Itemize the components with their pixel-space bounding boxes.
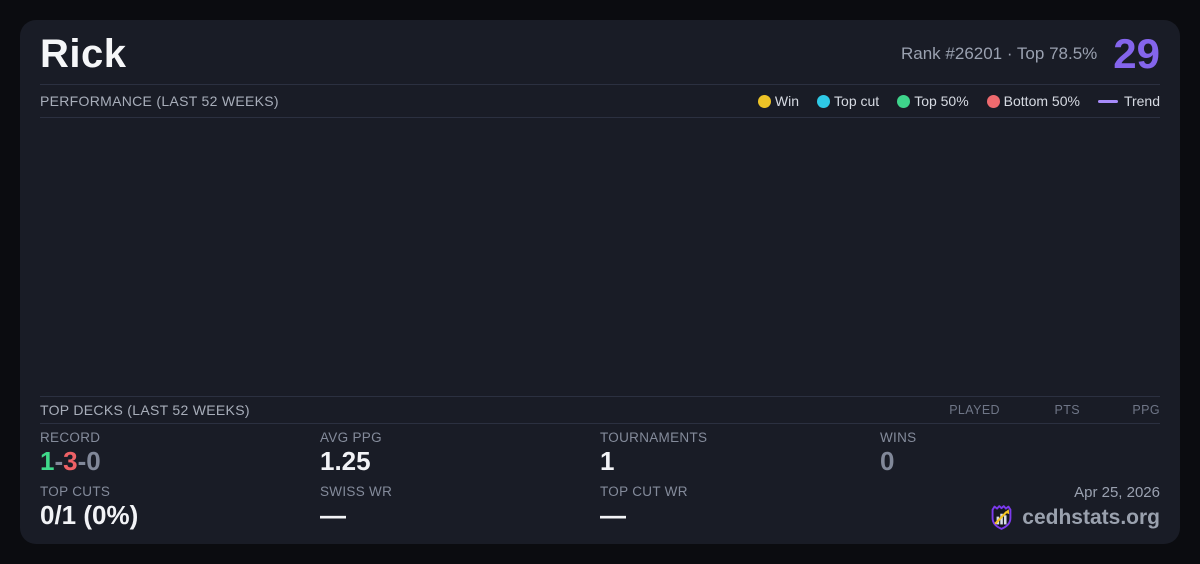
record-wins: 1 [40, 446, 54, 476]
performance-chart-area [20, 118, 1180, 396]
top-decks-header: TOP DECKS (LAST 52 WEEKS) PLAYED PTS PPG [20, 397, 1180, 423]
performance-header: PERFORMANCE (LAST 52 WEEKS) Win Top cut … [20, 85, 1180, 117]
record-sep: - [54, 446, 63, 476]
brand[interactable]: cedhstats.org [988, 503, 1160, 532]
wins-value: 0 [880, 446, 1160, 477]
trend-line-icon [1098, 100, 1118, 103]
top-cut-wr-value: — [600, 500, 880, 531]
swiss-wr-label: SWISS WR [320, 484, 600, 499]
legend-label: Top 50% [914, 93, 968, 109]
player-name: Rick [40, 32, 127, 77]
column-ppg: PPG [1080, 403, 1160, 417]
win-dot-icon [758, 95, 771, 108]
stats-grid: RECORD 1-3-0 AVG PPG 1.25 TOURNAMENTS 1 … [20, 424, 1180, 544]
legend-item-trend: Trend [1098, 93, 1160, 109]
top-decks-title: TOP DECKS (LAST 52 WEEKS) [40, 402, 250, 418]
record-draws: 0 [86, 446, 100, 476]
stat-tournaments: TOURNAMENTS 1 [600, 430, 880, 478]
tournaments-value: 1 [600, 446, 880, 477]
stat-swiss-wr: SWISS WR — [320, 484, 600, 532]
bottom50-dot-icon [987, 95, 1000, 108]
top-cut-wr-label: TOP CUT WR [600, 484, 880, 499]
top50-dot-icon [897, 95, 910, 108]
record-label: RECORD [40, 430, 320, 445]
legend-label: Top cut [834, 93, 879, 109]
card-header: Rick Rank #26201 · Top 78.5% 29 [20, 20, 1180, 84]
rank-text: Rank #26201 · Top 78.5% [901, 44, 1097, 64]
record-value: 1-3-0 [40, 446, 320, 477]
swiss-wr-value: — [320, 500, 600, 531]
top-cuts-label: TOP CUTS [40, 484, 320, 499]
top-decks-columns: PLAYED PTS PPG [920, 403, 1160, 417]
rank-summary: Rank #26201 · Top 78.5% 29 [901, 30, 1160, 78]
record-losses: 3 [63, 446, 77, 476]
avg-ppg-value: 1.25 [320, 446, 600, 477]
stat-wins: WINS 0 [880, 430, 1160, 478]
legend-item-win: Win [758, 93, 799, 109]
column-pts: PTS [1000, 403, 1080, 417]
top-cut-dot-icon [817, 95, 830, 108]
chart-legend: Win Top cut Top 50% Bottom 50% Trend [758, 93, 1160, 109]
card-footer: Apr 25, 2026 cedhstats.org [880, 484, 1160, 532]
tournaments-label: TOURNAMENTS [600, 430, 880, 445]
column-played: PLAYED [920, 403, 1000, 417]
record-sep: - [78, 446, 87, 476]
performance-title: PERFORMANCE (LAST 52 WEEKS) [40, 93, 279, 109]
top-cuts-value: 0/1 (0%) [40, 500, 320, 531]
stat-record: RECORD 1-3-0 [40, 430, 320, 478]
brand-name: cedhstats.org [1022, 506, 1160, 530]
legend-item-top50: Top 50% [897, 93, 968, 109]
snapshot-date: Apr 25, 2026 [1074, 484, 1160, 501]
legend-item-top-cut: Top cut [817, 93, 879, 109]
stat-top-cuts: TOP CUTS 0/1 (0%) [40, 484, 320, 532]
stat-avg-ppg: AVG PPG 1.25 [320, 430, 600, 478]
player-score: 29 [1113, 30, 1160, 78]
wins-label: WINS [880, 430, 1160, 445]
stat-top-cut-wr: TOP CUT WR — [600, 484, 880, 532]
avg-ppg-label: AVG PPG [320, 430, 600, 445]
legend-label: Win [775, 93, 799, 109]
cedhstats-logo-icon [988, 503, 1015, 532]
legend-item-bottom50: Bottom 50% [987, 93, 1080, 109]
legend-label: Bottom 50% [1004, 93, 1080, 109]
player-stats-card: Rick Rank #26201 · Top 78.5% 29 PERFORMA… [20, 20, 1180, 544]
legend-label: Trend [1124, 93, 1160, 109]
